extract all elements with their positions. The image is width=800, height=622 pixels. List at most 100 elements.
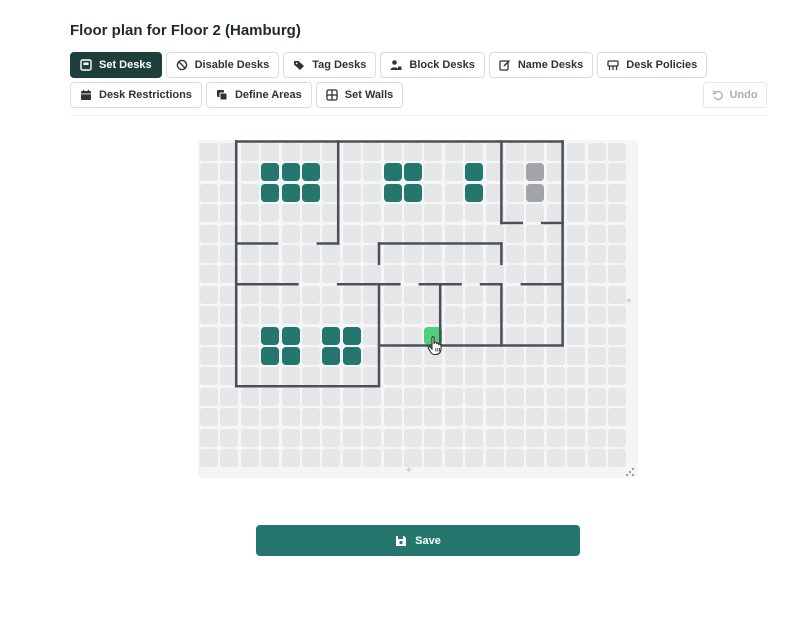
grid-cell[interactable] (444, 224, 463, 243)
desk[interactable] (302, 163, 320, 182)
grid-cell[interactable] (526, 224, 545, 243)
grid-cell[interactable] (220, 367, 239, 386)
grid-cell[interactable] (485, 387, 504, 406)
grid-cell[interactable] (220, 306, 239, 325)
grid-cell[interactable] (424, 245, 443, 263)
grid-cell[interactable] (608, 449, 626, 467)
grid-cell[interactable] (587, 265, 606, 284)
grid-cell[interactable] (506, 428, 524, 447)
grid-cell[interactable] (261, 204, 280, 223)
grid-cell[interactable] (200, 204, 218, 223)
grid-cell[interactable] (526, 428, 545, 447)
grid-cell[interactable] (608, 265, 626, 284)
grid-cell[interactable] (526, 245, 545, 263)
grid-cell[interactable] (240, 367, 259, 386)
grid-cell[interactable] (506, 224, 524, 243)
grid-cell[interactable] (465, 204, 484, 223)
tag-desks-button[interactable]: Tag Desks (283, 52, 377, 78)
grid-cell[interactable] (404, 367, 422, 386)
grid-cell[interactable] (587, 285, 606, 304)
grid-cell[interactable] (404, 428, 422, 447)
grid-cell[interactable] (342, 224, 361, 243)
grid-cell[interactable] (444, 245, 463, 263)
grid-cell[interactable] (424, 163, 443, 182)
name-desks-button[interactable]: Name Desks (488, 52, 594, 78)
grid-cell[interactable] (608, 326, 626, 345)
grid-cell[interactable] (383, 224, 402, 243)
grid-cell[interactable] (220, 428, 239, 447)
grid-cell[interactable] (506, 367, 524, 386)
grid-cell[interactable] (404, 347, 422, 365)
grid-cell[interactable] (322, 204, 341, 223)
grid-cell[interactable] (240, 245, 259, 263)
grid-cell[interactable] (587, 306, 606, 325)
grid-cell[interactable] (240, 326, 259, 345)
grid-cell[interactable] (424, 265, 443, 284)
grid-cell[interactable] (567, 408, 586, 427)
grid-cell[interactable] (424, 183, 443, 202)
grid-cell[interactable] (506, 387, 524, 406)
grid-cell[interactable] (526, 326, 545, 345)
grid-cell[interactable] (342, 183, 361, 202)
grid-cell[interactable] (383, 204, 402, 223)
grid-cell[interactable] (261, 428, 280, 447)
grid-cell[interactable] (546, 326, 565, 345)
grid-cell[interactable] (506, 306, 524, 325)
grid-cell[interactable] (444, 347, 463, 365)
grid-cell[interactable] (506, 183, 524, 202)
grid-cell[interactable] (342, 367, 361, 386)
grid-cell[interactable] (261, 245, 280, 263)
grid-cell[interactable] (485, 265, 504, 284)
grid-cell[interactable] (485, 326, 504, 345)
grid-cell[interactable] (465, 326, 484, 345)
grid-cell[interactable] (587, 143, 606, 161)
grid-cell[interactable] (546, 408, 565, 427)
grid-cell[interactable] (485, 428, 504, 447)
grid-cell[interactable] (567, 367, 586, 386)
grid-cell[interactable] (424, 204, 443, 223)
grid-cell[interactable] (444, 387, 463, 406)
grid-cell[interactable] (200, 408, 218, 427)
grid-cell[interactable] (342, 387, 361, 406)
grid-cell[interactable] (587, 326, 606, 345)
grid-cell[interactable] (200, 387, 218, 406)
grid-cell[interactable] (220, 285, 239, 304)
grid-cell[interactable] (383, 326, 402, 345)
grid-cell[interactable] (383, 143, 402, 161)
grid-cell[interactable] (404, 265, 422, 284)
set-desks-button[interactable]: Set Desks (70, 52, 162, 78)
grid-cell[interactable] (546, 204, 565, 223)
grid-cell[interactable] (567, 326, 586, 345)
grid-cell[interactable] (485, 367, 504, 386)
grid-cell[interactable] (444, 449, 463, 467)
grid-cell[interactable] (220, 143, 239, 161)
grid-cell[interactable] (567, 285, 586, 304)
desk[interactable] (465, 163, 484, 182)
grid-cell[interactable] (608, 224, 626, 243)
grid-cell[interactable] (363, 387, 382, 406)
grid-cell[interactable] (302, 265, 320, 284)
grid-cell[interactable] (383, 449, 402, 467)
grid-cell[interactable] (200, 285, 218, 304)
grid-cell[interactable] (302, 428, 320, 447)
grid-cell[interactable] (261, 387, 280, 406)
grid-cell[interactable] (363, 224, 382, 243)
grid-cell[interactable] (485, 183, 504, 202)
grid-cell[interactable] (302, 143, 320, 161)
grid-cell[interactable] (281, 428, 300, 447)
grid-cell[interactable] (587, 347, 606, 365)
grid-cell[interactable] (587, 224, 606, 243)
grid-cell[interactable] (526, 285, 545, 304)
grid-cell[interactable] (546, 347, 565, 365)
set-walls-button[interactable]: Set Walls (315, 82, 404, 108)
grid-cell[interactable] (322, 245, 341, 263)
grid-cell[interactable] (261, 449, 280, 467)
desk[interactable] (261, 183, 280, 202)
grid-cell[interactable] (506, 163, 524, 182)
grid-cell[interactable] (342, 428, 361, 447)
desk[interactable] (383, 183, 402, 202)
grid-cell[interactable] (546, 224, 565, 243)
grid-cell[interactable] (342, 306, 361, 325)
grid-cell[interactable] (444, 163, 463, 182)
grid-cell[interactable] (567, 143, 586, 161)
